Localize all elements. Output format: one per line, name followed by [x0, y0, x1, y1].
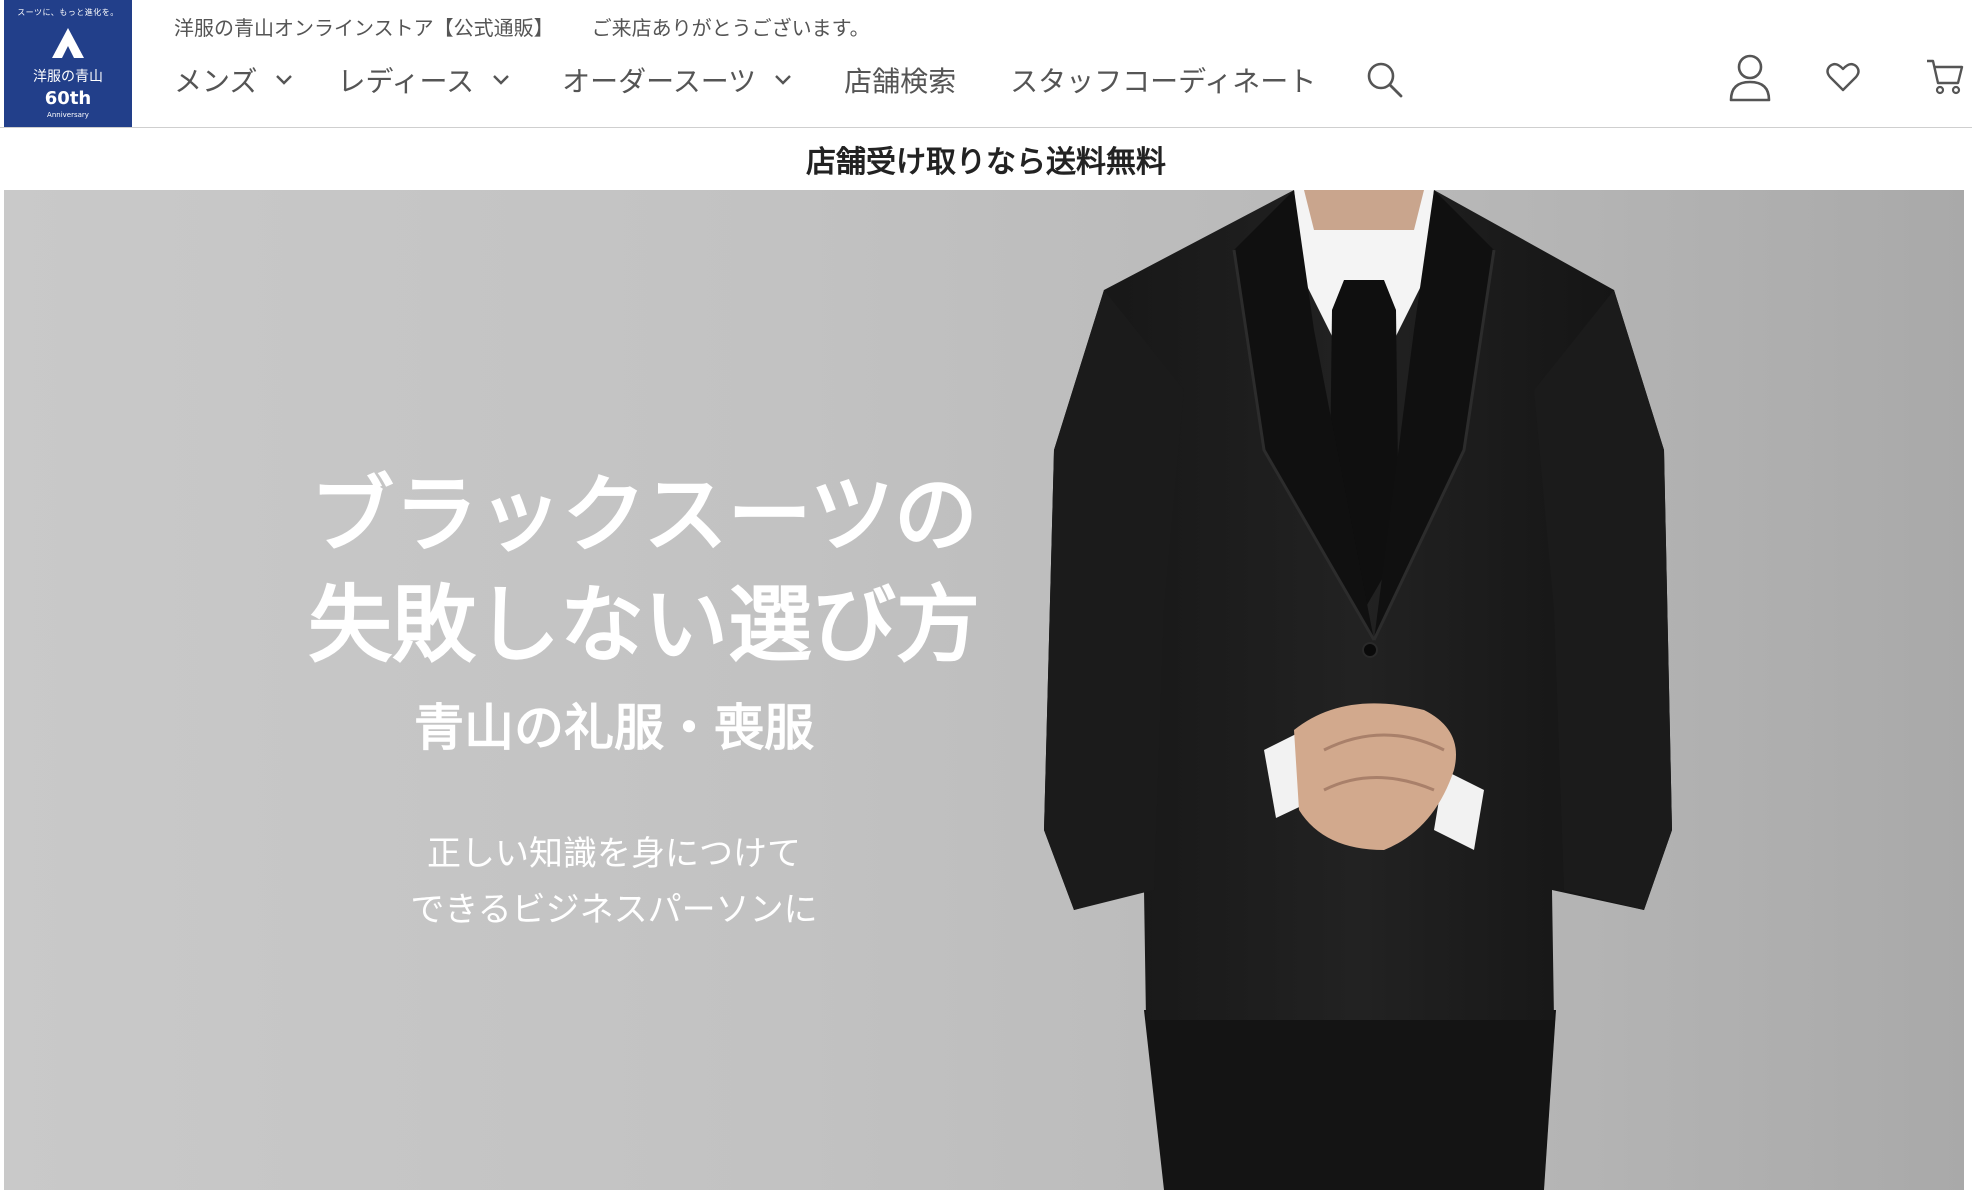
hero-banner[interactable]: ブラックスーツの 失敗しない選び方 青山の礼服・喪服 正しい知識を身につけて で… [4, 190, 1964, 1190]
logo-years: 60th [44, 88, 92, 109]
nav-item-store-search-label: 店舗検索 [844, 65, 957, 98]
hero-description-line-1: 正しい知識を身につけて [427, 834, 801, 874]
site-logo[interactable]: スーツに、もっと進化を。 洋服の青山 60th Anniversary [4, 0, 132, 127]
chevron-down-icon [493, 75, 509, 85]
search-icon[interactable] [1366, 61, 1404, 99]
chevron-down-icon [276, 75, 293, 85]
logo-mountain-icon [52, 28, 84, 58]
nav-item-mens-label: メンズ [174, 65, 258, 98]
hero-subtitle: 青山の礼服・喪服 [414, 699, 814, 757]
logo-anniversary: Anniversary [47, 111, 89, 119]
header-tagline: 洋服の青山オンラインストア【公式通販】 ご来店ありがとうございます。 [174, 12, 870, 41]
hero-title: ブラックスーツの 失敗しない選び方 [204, 460, 1084, 680]
hero-description-line-2: できるビジネスパーソンに [410, 890, 818, 930]
nav-item-staff-coordinate[interactable]: スタッフコーディネート [1010, 60, 1316, 100]
nav-item-ladies[interactable]: レディース [337, 60, 510, 100]
nav-item-staff-coordinate-label: スタッフコーディネート [1010, 65, 1317, 98]
logo-tagline: スーツに、もっと進化を。 [17, 8, 119, 17]
promo-banner[interactable]: 店舗受け取りなら送料無料 [0, 128, 1972, 190]
site-header: スーツに、もっと進化を。 洋服の青山 60th Anniversary 洋服の青… [0, 0, 1972, 128]
nav-item-mens[interactable]: メンズ [174, 60, 293, 100]
heart-icon[interactable] [1826, 62, 1860, 92]
hero-title-line-1: ブラックスーツの [310, 466, 978, 564]
hero-title-line-2: 失敗しない選び方 [307, 576, 980, 674]
welcome-text: ご来店ありがとうございます。 [591, 16, 870, 40]
nav-item-order-suits-label: オーダースーツ [562, 65, 757, 98]
hero-description: 正しい知識を身につけて できるビジネスパーソンに [204, 826, 1024, 938]
promo-banner-text: 店舗受け取りなら送料無料 [806, 145, 1166, 180]
chevron-down-icon [775, 75, 791, 85]
logo-brand: 洋服の青山 [33, 69, 103, 85]
nav-item-order-suits[interactable]: オーダースーツ [562, 60, 792, 100]
main-nav: メンズ レディース オーダースーツ 店舗検索 スタッフコーディネート [174, 60, 1404, 100]
account-icon[interactable] [1728, 52, 1772, 102]
cart-icon[interactable] [1926, 58, 1964, 96]
nav-item-store-search[interactable]: 店舗検索 [844, 60, 956, 100]
nav-item-ladies-label: レディース [337, 65, 475, 98]
site-name-text: 洋服の青山オンラインストア【公式通販】 [174, 16, 554, 40]
